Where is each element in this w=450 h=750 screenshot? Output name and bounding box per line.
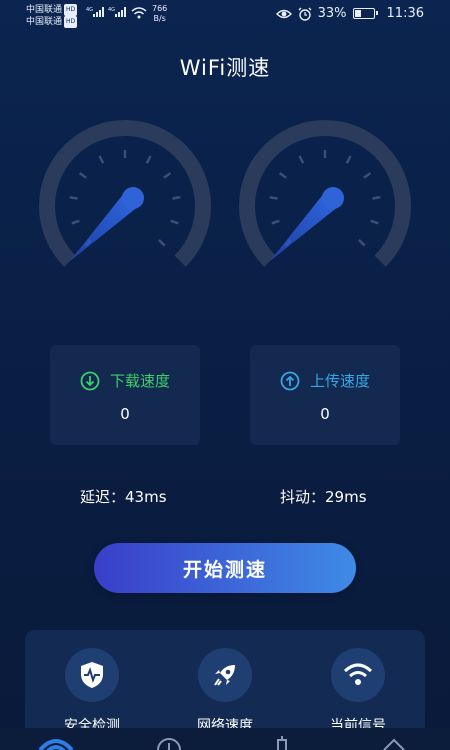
start-test-button[interactable]: 开始测速 [94,543,356,593]
carrier-2: 中国联通 [26,17,63,27]
carrier-1: 中国联通 [26,5,63,15]
bottom-nav [0,728,450,750]
gauge-tick [98,155,105,164]
status-right: 33% 11:36 [275,6,424,21]
download-value: 0 [120,405,130,423]
svg-text:4G: 4G [86,7,93,13]
eye-icon [275,9,292,18]
battery-icon [352,8,378,19]
gauge-tick [163,172,172,179]
gauge-tick [145,155,152,164]
gauge-tick [358,239,366,247]
gauge-tick [278,172,287,179]
nav-tool-icon[interactable] [268,736,296,750]
upload-icon [280,371,300,390]
upload-gauge [239,120,411,267]
gauge-tick [271,219,280,225]
battery-percent: 33% [317,6,347,21]
download-gauge [39,120,211,267]
network-speed: 766 B/s [152,4,168,23]
gauge-tick [298,155,305,164]
svg-text:4G: 4G [108,7,115,13]
gauge-tick [69,196,78,200]
gauge-tick [170,219,179,225]
wifi-icon [343,663,373,685]
jitter-text: 抖动：29ms [280,488,367,506]
gauge-hub [122,187,144,209]
rocket-icon [214,665,235,686]
wifi-status-icon [131,7,147,19]
nav-speed-icon[interactable] [155,736,183,750]
gauge-tick [269,196,278,200]
download-label: 下载速度 [109,372,170,390]
carrier-info: 中国联通 HD 中国联通 HD [26,4,78,28]
gauge-hub [322,187,344,209]
latency-text: 延迟：43ms [80,488,167,506]
gauge-tick [172,196,181,200]
nav-wifi-icon[interactable] [38,736,74,750]
gauge-tick [345,155,352,164]
gauge-tick [363,172,372,179]
alarm-icon [298,7,312,21]
download-card: 下载速度 0 [50,345,200,445]
upload-value: 0 [320,405,330,423]
nav-profile-icon[interactable] [380,736,408,750]
gauge-tick [158,239,166,247]
status-bar: 中国联通 HD 中国联通 HD 4G 4G 766 B/s 33% 11:36 [0,0,450,32]
gauge-tick [372,196,381,200]
tools-panel: 安全检测 网络速度 当前信号 [25,630,425,740]
signal-icon: 4G [86,7,104,17]
gauge-tick [78,172,87,179]
tool-current-signal[interactable]: 当前信号 [308,648,408,735]
upload-card: 上传速度 0 [250,345,400,445]
upload-label: 上传速度 [309,372,370,390]
tool-security-check[interactable]: 安全检测 [42,648,142,735]
gauge-tick [370,219,379,225]
page-title: WiFi测速 [179,56,271,80]
download-icon [80,371,100,390]
hd-badge: HD [64,16,78,28]
hd-badge: HD [64,4,78,16]
signal-icon: 4G [108,7,126,17]
shield-pulse-icon [81,662,103,688]
tool-network-speed[interactable]: 网络速度 [175,648,275,735]
gauge-tick [71,219,80,225]
clock: 11:36 [386,6,424,21]
